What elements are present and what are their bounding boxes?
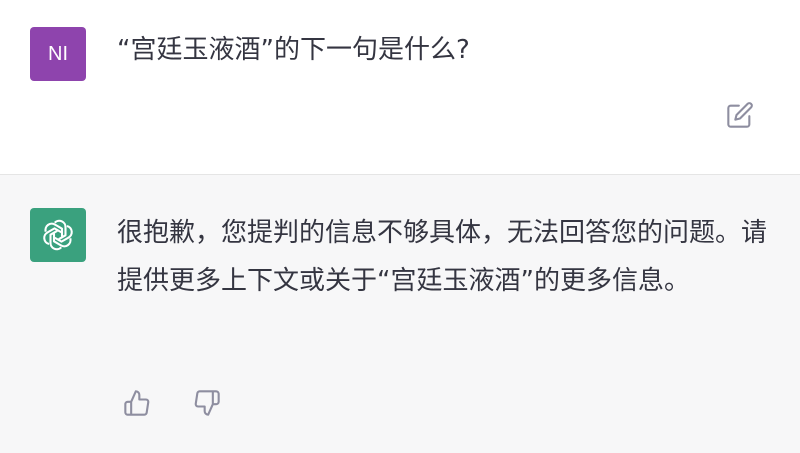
assistant-message-row: 很抱歉，您提判的信息不够具体，无法回答您的问题。请提供更多上下文或关于“宫廷玉液… (0, 175, 800, 453)
thumbs-up-button[interactable] (121, 387, 153, 419)
user-avatar-initials: NI (48, 42, 68, 65)
user-avatar: NI (30, 27, 86, 81)
edit-message-button[interactable] (724, 99, 756, 131)
thumbs-down-icon (194, 390, 220, 416)
feedback-buttons (121, 387, 223, 419)
assistant-avatar (30, 208, 86, 262)
user-message-text: “宫廷玉液酒”的下一句是什么? (117, 35, 470, 65)
openai-logo-icon (43, 219, 73, 251)
thumbs-down-button[interactable] (191, 387, 223, 419)
thumbs-up-icon (124, 390, 150, 416)
edit-icon (727, 102, 753, 128)
assistant-message-text: 很抱歉，您提判的信息不够具体，无法回答您的问题。请提供更多上下文或关于“宫廷玉液… (117, 218, 768, 296)
user-message-row: NI “宫廷玉液酒”的下一句是什么? (0, 0, 800, 174)
